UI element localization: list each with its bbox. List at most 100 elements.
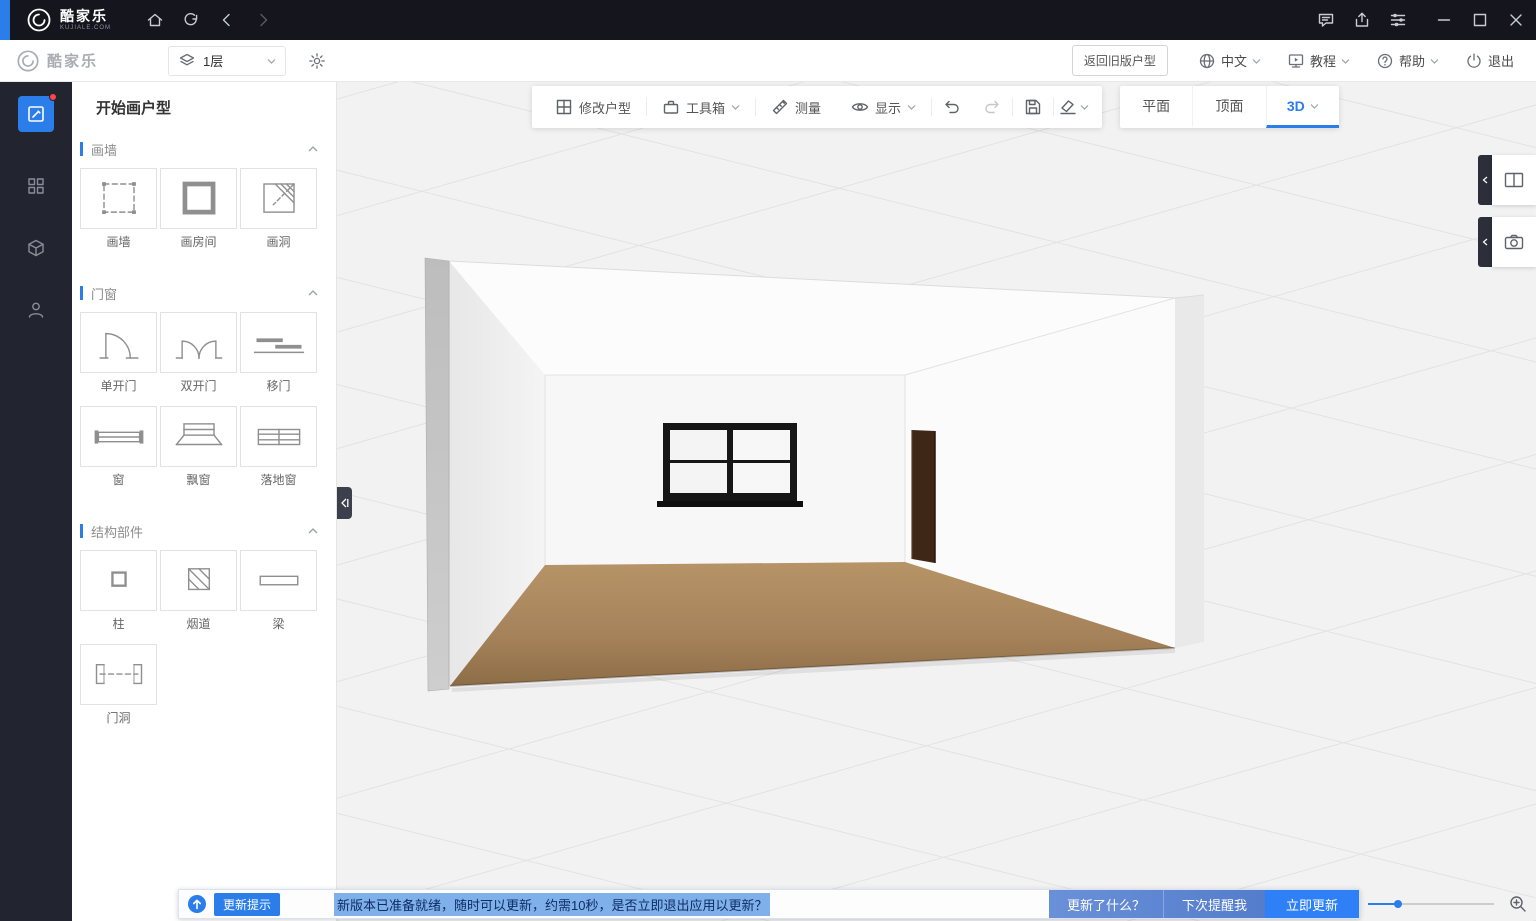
measure-button[interactable]: 测量 [756,86,836,128]
minimize-button[interactable] [1426,0,1462,40]
french-window-thumbnail[interactable] [240,406,317,467]
section-accent-bar [80,524,83,538]
maximize-button[interactable] [1462,0,1498,40]
language-label: 中文 [1221,51,1247,70]
kujiale-logo-icon [26,7,52,33]
window-thumbnail[interactable] [80,406,157,467]
column-thumbnail[interactable] [80,550,157,611]
split-view-expand-handle[interactable] [1478,155,1492,205]
share-button[interactable] [1344,0,1380,40]
door-opening-thumbnail[interactable] [80,644,157,705]
logout-label: 退出 [1488,51,1514,70]
chevron-left-icon [1482,176,1489,184]
section-header[interactable]: 门窗 [72,283,336,303]
panel-item-sliding-door[interactable]: 移门 [240,312,320,401]
rail-item-templates[interactable] [0,166,72,206]
panel-item-flue[interactable]: 烟道 [160,550,240,639]
back-icon [218,11,236,29]
close-button[interactable] [1498,0,1534,40]
modify-layout-label: 修改户型 [579,98,631,117]
panel-item-bay-window[interactable]: 飘窗 [160,406,240,495]
toolbox-button[interactable]: 工具箱 [647,86,755,128]
undo-button[interactable] [932,86,972,128]
float-group-snapshot [1478,217,1536,267]
layers-icon [178,52,196,70]
forward-button[interactable] [245,0,281,40]
refresh-icon [182,11,200,29]
sliding-door-thumbnail[interactable] [240,312,317,373]
legacy-version-button[interactable]: 返回旧版户型 [1072,45,1168,76]
tab-平面[interactable]: 平面 [1120,86,1192,128]
remind-later-button[interactable]: 下次提醒我 [1163,890,1265,918]
refresh-button[interactable] [173,0,209,40]
zoom-in-icon[interactable] [1508,894,1528,914]
panel-item-draw-wall[interactable]: 画墙 [80,168,160,257]
modify-layout-button[interactable]: 修改户型 [540,86,646,128]
panel-item-label: 窗 [80,467,157,495]
logout-button[interactable]: 退出 [1465,51,1514,70]
left-panel: 开始画户型 画墙 画墙 画房间 画洞 门窗 单开门 双开门 移门 窗 飘窗 落地… [72,82,337,921]
zoom-slider-knob[interactable] [1394,900,1402,908]
panel-item-draw-room[interactable]: 画房间 [160,168,240,257]
toolbox-label: 工具箱 [686,98,725,117]
globe-icon [1198,52,1216,70]
panel-item-single-door[interactable]: 单开门 [80,312,160,401]
section-title: 结构部件 [91,522,308,541]
panel-item-beam[interactable]: 梁 [240,550,320,639]
undo-icon [943,98,961,116]
panel-item-label: 梁 [240,611,317,639]
draw-hole-thumbnail[interactable] [240,168,317,229]
panel-item-door-opening[interactable]: 门洞 [80,644,160,733]
snapshot-button[interactable] [1492,217,1536,267]
update-now-button[interactable]: 立即更新 [1265,890,1359,918]
panel-collapse-handle[interactable] [337,487,352,519]
rail-item-3d-render[interactable] [0,228,72,268]
forward-icon [254,11,272,29]
redo-button[interactable] [972,86,1012,128]
save-button[interactable] [1013,86,1053,128]
help-menu[interactable]: 帮助 [1376,51,1439,70]
panel-item-column[interactable]: 柱 [80,550,160,639]
section-header[interactable]: 画墙 [72,139,336,159]
section-header[interactable]: 结构部件 [72,521,336,541]
chevron-down-icon [1341,58,1350,64]
draw-room-thumbnail[interactable] [160,168,237,229]
floor-select[interactable]: 1层 [168,46,286,76]
bay-window-thumbnail[interactable] [160,406,237,467]
panel-item-label: 烟道 [160,611,237,639]
tab-顶面[interactable]: 顶面 [1192,86,1265,128]
back-button[interactable] [209,0,245,40]
share-icon [1353,11,1371,29]
settings-gear-button[interactable] [302,46,332,76]
eraser-icon [1059,98,1077,116]
panel-section: 门窗 单开门 双开门 移门 窗 飘窗 落地窗 [72,283,336,500]
beam-thumbnail[interactable] [240,550,317,611]
tutorial-menu[interactable]: 教程 [1287,51,1350,70]
panel-item-double-door[interactable]: 双开门 [160,312,240,401]
zoom-slider[interactable] [1368,903,1494,905]
whats-new-button[interactable]: 更新了什么？ [1049,890,1163,918]
draw-wall-thumbnail[interactable] [80,168,157,229]
close-icon [1507,11,1525,29]
flue-thumbnail[interactable] [160,550,237,611]
panel-item-draw-hole[interactable]: 画洞 [240,168,320,257]
tab-3D[interactable]: 3D [1266,86,1339,128]
3d-viewport[interactable] [337,82,1536,921]
feedback-button[interactable] [1308,0,1344,40]
display-button[interactable]: 显示 [836,86,931,128]
preferences-button[interactable] [1380,0,1416,40]
language-select[interactable]: 中文 [1198,51,1261,70]
rail-item-draw-floorplan[interactable] [18,96,54,132]
rail-item-profile[interactable] [0,290,72,330]
chevron-down-icon [267,58,276,64]
split-view-button[interactable] [1492,155,1536,205]
panel-item-french-window[interactable]: 落地窗 [240,406,320,495]
double-door-thumbnail[interactable] [160,312,237,373]
draw-floorplan-icon [26,104,46,124]
panel-item-window[interactable]: 窗 [80,406,160,495]
home-button[interactable] [137,0,173,40]
update-badge-icon [187,894,207,914]
snapshot-expand-handle[interactable] [1478,217,1492,267]
eraser-button[interactable] [1054,86,1094,128]
single-door-thumbnail[interactable] [80,312,157,373]
